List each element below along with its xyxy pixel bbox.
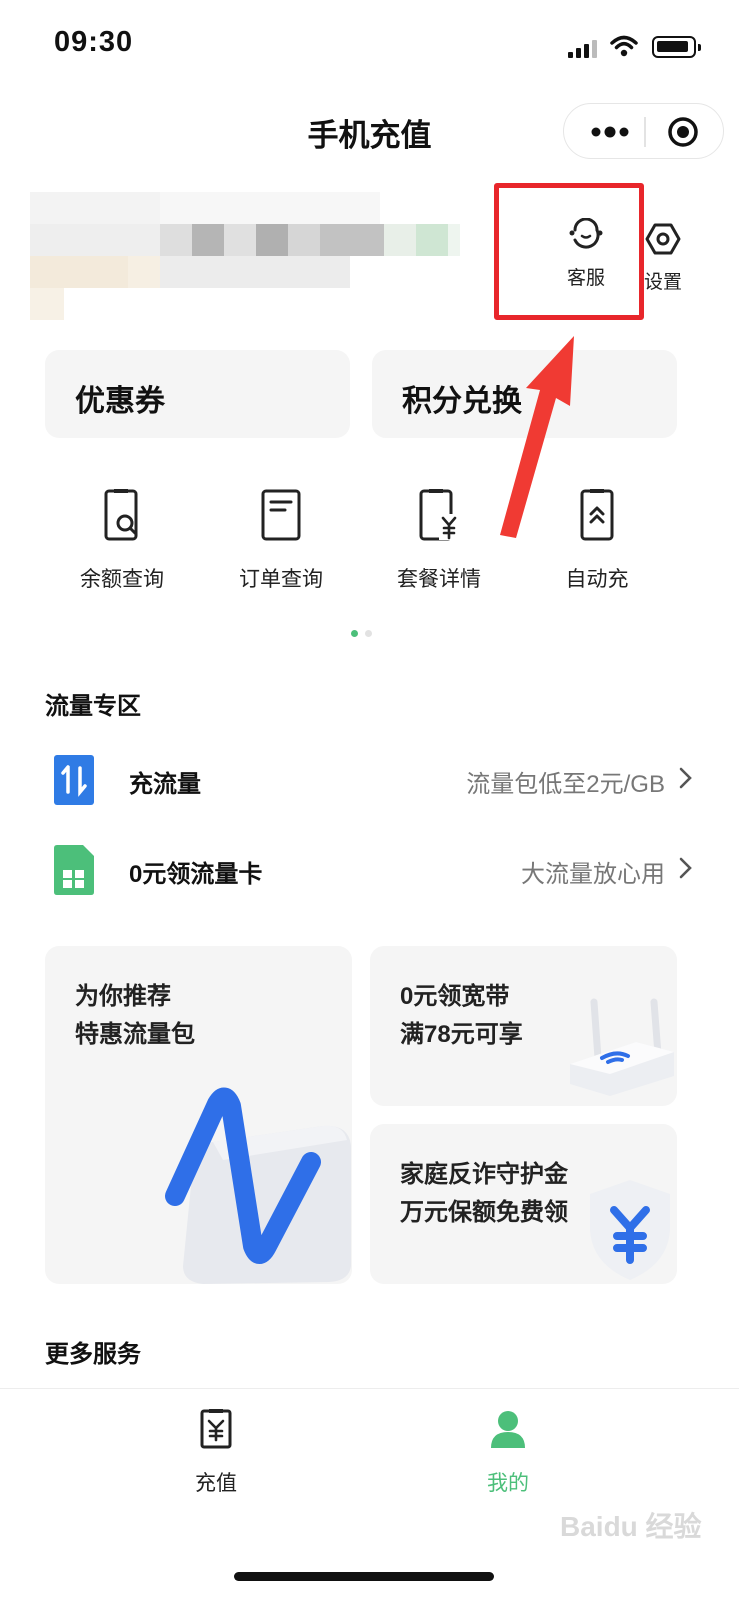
free-sim-row[interactable]: 0元领流量卡 大流量放心用 <box>45 840 695 900</box>
phone-up-icon <box>580 489 614 541</box>
balance-query-button[interactable]: 余额查询 <box>52 488 192 593</box>
chevron-right-icon <box>679 767 692 789</box>
home-indicator <box>234 1572 494 1581</box>
router-illustration-icon <box>570 998 674 1096</box>
data-pack-illustration-icon <box>165 1087 351 1284</box>
coupon-card[interactable]: 优惠券 <box>45 350 350 438</box>
buy-data-desc: 流量包低至2元/GB <box>466 771 665 798</box>
recommend-data-pack-card[interactable]: 为你推荐 特惠流量包 <box>45 946 352 1284</box>
tab-recharge[interactable]: 充值 <box>156 1408 276 1497</box>
sim-card-icon <box>54 845 94 895</box>
highlight-box <box>494 183 644 320</box>
wifi-icon <box>610 35 638 57</box>
order-query-button[interactable]: 订单查询 <box>211 488 351 593</box>
tab-recharge-label: 充值 <box>195 1472 237 1495</box>
phone-yen-icon <box>419 489 459 541</box>
coupon-label: 优惠券 <box>75 385 165 418</box>
recommend-title: 为你推荐 特惠流量包 <box>75 983 195 1048</box>
auto-recharge-label: 自动充 <box>565 568 629 591</box>
settings-button[interactable]: 设置 <box>640 222 686 302</box>
auto-recharge-button[interactable]: 自动充 <box>527 488 667 593</box>
tab-mine-label: 我的 <box>487 1472 529 1495</box>
page-indicator-active <box>351 630 358 637</box>
shield-yen-icon <box>590 1180 670 1280</box>
receipt-yen-icon <box>200 1409 232 1449</box>
mini-program-capsule <box>563 103 724 159</box>
plan-details-label: 套餐详情 <box>397 568 481 591</box>
close-target-icon[interactable] <box>667 116 699 148</box>
more-services-title: 更多服务 <box>45 1341 141 1368</box>
tab-mine[interactable]: 我的 <box>448 1408 568 1497</box>
settings-label: 设置 <box>643 272 682 293</box>
capsule-divider <box>644 117 646 147</box>
broadband-title: 0元领宽带 满78元可享 <box>400 983 523 1048</box>
page-indicator <box>365 630 372 637</box>
traffic-zone-title: 流量专区 <box>45 693 141 720</box>
user-icon <box>491 1411 525 1448</box>
anti-fraud-card[interactable]: 家庭反诈守护金 万元保额免费领 <box>370 1124 677 1284</box>
settings-icon <box>645 223 681 255</box>
free-sim-desc: 大流量放心用 <box>521 861 665 888</box>
status-time: 09:30 <box>54 26 134 58</box>
buy-data-label: 充流量 <box>129 771 201 798</box>
more-icon[interactable] <box>590 125 630 139</box>
order-query-label: 订单查询 <box>239 568 323 591</box>
user-profile-blurred <box>30 192 460 324</box>
watermark: Baidu 经验 <box>560 1511 702 1542</box>
chevron-right-icon <box>679 857 692 879</box>
balance-query-label: 余额查询 <box>80 568 164 591</box>
document-icon <box>261 489 301 541</box>
phone-search-icon <box>104 489 138 541</box>
buy-data-row[interactable]: 充流量 流量包低至2元/GB <box>45 750 695 810</box>
free-sim-label: 0元领流量卡 <box>129 861 263 888</box>
battery-icon <box>652 36 701 58</box>
free-broadband-card[interactable]: 0元领宽带 满78元可享 <box>370 946 677 1106</box>
tab-bar <box>0 1388 739 1600</box>
anti-fraud-title: 家庭反诈守护金 万元保额免费领 <box>400 1161 568 1226</box>
signal-icon <box>568 40 597 58</box>
plan-details-button[interactable]: 套餐详情 <box>369 488 509 593</box>
data-arrows-icon <box>54 755 94 805</box>
